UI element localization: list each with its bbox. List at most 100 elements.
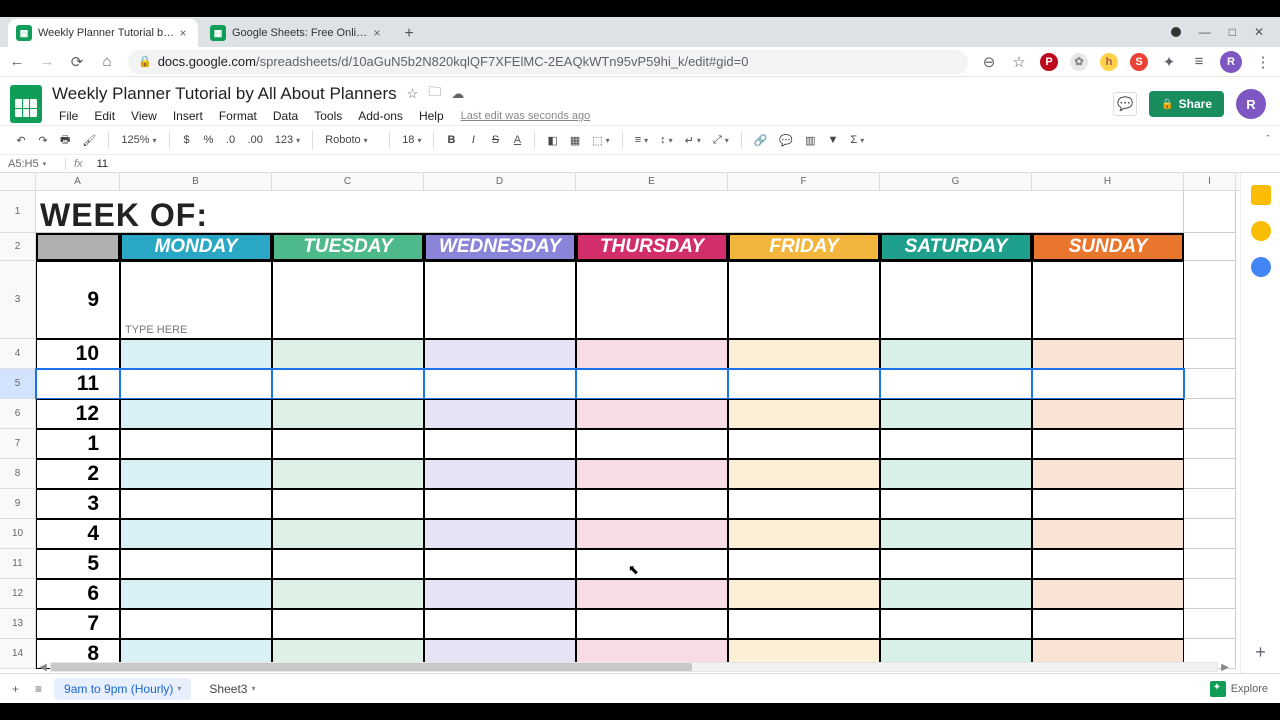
filter-button[interactable]: ▼	[824, 131, 843, 149]
cell[interactable]	[424, 459, 576, 489]
cell[interactable]	[1184, 191, 1236, 233]
hour-label[interactable]: 7	[36, 609, 120, 639]
column-header[interactable]: C	[272, 173, 424, 190]
cell[interactable]	[880, 609, 1032, 639]
chrome-menu-icon[interactable]: ⋮	[1254, 53, 1272, 71]
hour-label[interactable]: 2	[36, 459, 120, 489]
cell[interactable]	[880, 549, 1032, 579]
day-header-friday[interactable]: FRIDAY	[728, 233, 880, 261]
move-icon[interactable]: 🗀	[428, 83, 441, 105]
chart-button[interactable]: ▥	[801, 131, 819, 150]
column-header[interactable]: I	[1184, 173, 1236, 190]
home-button[interactable]: ⌂	[98, 53, 116, 70]
cell[interactable]	[1032, 261, 1184, 339]
column-header[interactable]: F	[728, 173, 880, 190]
cell[interactable]	[120, 549, 272, 579]
cell[interactable]	[1032, 399, 1184, 429]
hour-label[interactable]: 5	[36, 549, 120, 579]
browser-tab[interactable]: Google Sheets: Free Online Spre ×	[202, 19, 392, 47]
cell[interactable]	[120, 489, 272, 519]
minimize-button[interactable]: —	[1199, 25, 1211, 39]
share-button[interactable]: Share	[1149, 91, 1224, 117]
tasks-icon[interactable]	[1251, 257, 1271, 277]
row-header[interactable]: 12	[0, 579, 36, 609]
reload-button[interactable]: ⟳	[68, 53, 86, 71]
cell[interactable]	[120, 459, 272, 489]
cell[interactable]	[576, 339, 728, 369]
cell[interactable]	[424, 519, 576, 549]
column-header[interactable]: A	[36, 173, 120, 190]
decrease-decimal-button[interactable]: .0	[222, 131, 240, 149]
cell[interactable]	[880, 369, 1032, 399]
cloud-status-icon[interactable]: ☁	[451, 86, 464, 102]
cell[interactable]	[1184, 549, 1236, 579]
merge-button[interactable]: ⬚	[588, 132, 613, 149]
cell[interactable]	[120, 399, 272, 429]
row-header[interactable]: 7	[0, 429, 36, 459]
hour-label[interactable]: 1	[36, 429, 120, 459]
cell[interactable]	[728, 489, 880, 519]
cell[interactable]	[576, 489, 728, 519]
cell[interactable]	[1032, 369, 1184, 399]
paint-format-button[interactable]: 🖌	[78, 131, 100, 150]
column-header[interactable]: D	[424, 173, 576, 190]
cell[interactable]	[1184, 609, 1236, 639]
menu-edit[interactable]: Edit	[87, 107, 122, 125]
cell[interactable]	[272, 549, 424, 579]
row-header[interactable]: 9	[0, 489, 36, 519]
row-header[interactable]: 14	[0, 639, 36, 669]
cell[interactable]	[272, 519, 424, 549]
cell[interactable]	[576, 459, 728, 489]
cell[interactable]	[1184, 579, 1236, 609]
cell[interactable]	[728, 459, 880, 489]
comments-icon[interactable]: 💬	[1113, 92, 1137, 116]
cell[interactable]	[1032, 549, 1184, 579]
close-window-button[interactable]: ✕	[1254, 25, 1264, 39]
cell[interactable]	[728, 519, 880, 549]
cell[interactable]	[728, 429, 880, 459]
cell[interactable]	[880, 261, 1032, 339]
cell[interactable]	[272, 261, 424, 339]
cell[interactable]	[576, 609, 728, 639]
hour-label[interactable]: 4	[36, 519, 120, 549]
cell[interactable]	[1184, 261, 1236, 339]
cell[interactable]	[1032, 579, 1184, 609]
extension-icon[interactable]: S	[1130, 53, 1148, 71]
browser-tab-active[interactable]: Weekly Planner Tutorial by All A ×	[8, 19, 198, 47]
hour-label[interactable]: 12	[36, 399, 120, 429]
close-icon[interactable]: ×	[176, 26, 190, 40]
formula-input[interactable]: 11	[91, 158, 108, 170]
menu-tools[interactable]: Tools	[307, 107, 349, 125]
cell[interactable]	[272, 429, 424, 459]
cell[interactable]	[576, 549, 728, 579]
cell[interactable]	[1184, 399, 1236, 429]
font-size-select[interactable]: 18	[398, 132, 425, 148]
back-button[interactable]: ←	[8, 53, 26, 70]
extension-icon[interactable]: h	[1100, 53, 1118, 71]
cell[interactable]	[120, 579, 272, 609]
cell[interactable]	[728, 339, 880, 369]
keep-icon[interactable]	[1251, 185, 1271, 205]
undo-button[interactable]: ↶	[12, 131, 30, 150]
redo-button[interactable]: ↷	[34, 131, 52, 150]
document-title[interactable]: Weekly Planner Tutorial by All About Pla…	[52, 84, 397, 104]
cell[interactable]	[728, 579, 880, 609]
row-header[interactable]: 13	[0, 609, 36, 639]
select-all-corner[interactable]	[0, 173, 36, 190]
add-sheet-button[interactable]: +	[8, 678, 23, 700]
hour-label[interactable]: 3	[36, 489, 120, 519]
cell[interactable]	[1032, 429, 1184, 459]
cell[interactable]	[576, 429, 728, 459]
day-header-tuesday[interactable]: TUESDAY	[272, 233, 424, 261]
cell[interactable]	[880, 579, 1032, 609]
cell[interactable]	[1184, 369, 1236, 399]
type-here-cell[interactable]: TYPE HERE	[120, 261, 272, 339]
cell[interactable]	[424, 261, 576, 339]
cell[interactable]	[576, 399, 728, 429]
cell[interactable]	[1032, 459, 1184, 489]
column-header[interactable]: E	[576, 173, 728, 190]
cell[interactable]	[1184, 233, 1236, 261]
row-header[interactable]: 5	[0, 369, 36, 399]
hour-label[interactable]: 9	[36, 261, 120, 339]
cell[interactable]	[1032, 489, 1184, 519]
